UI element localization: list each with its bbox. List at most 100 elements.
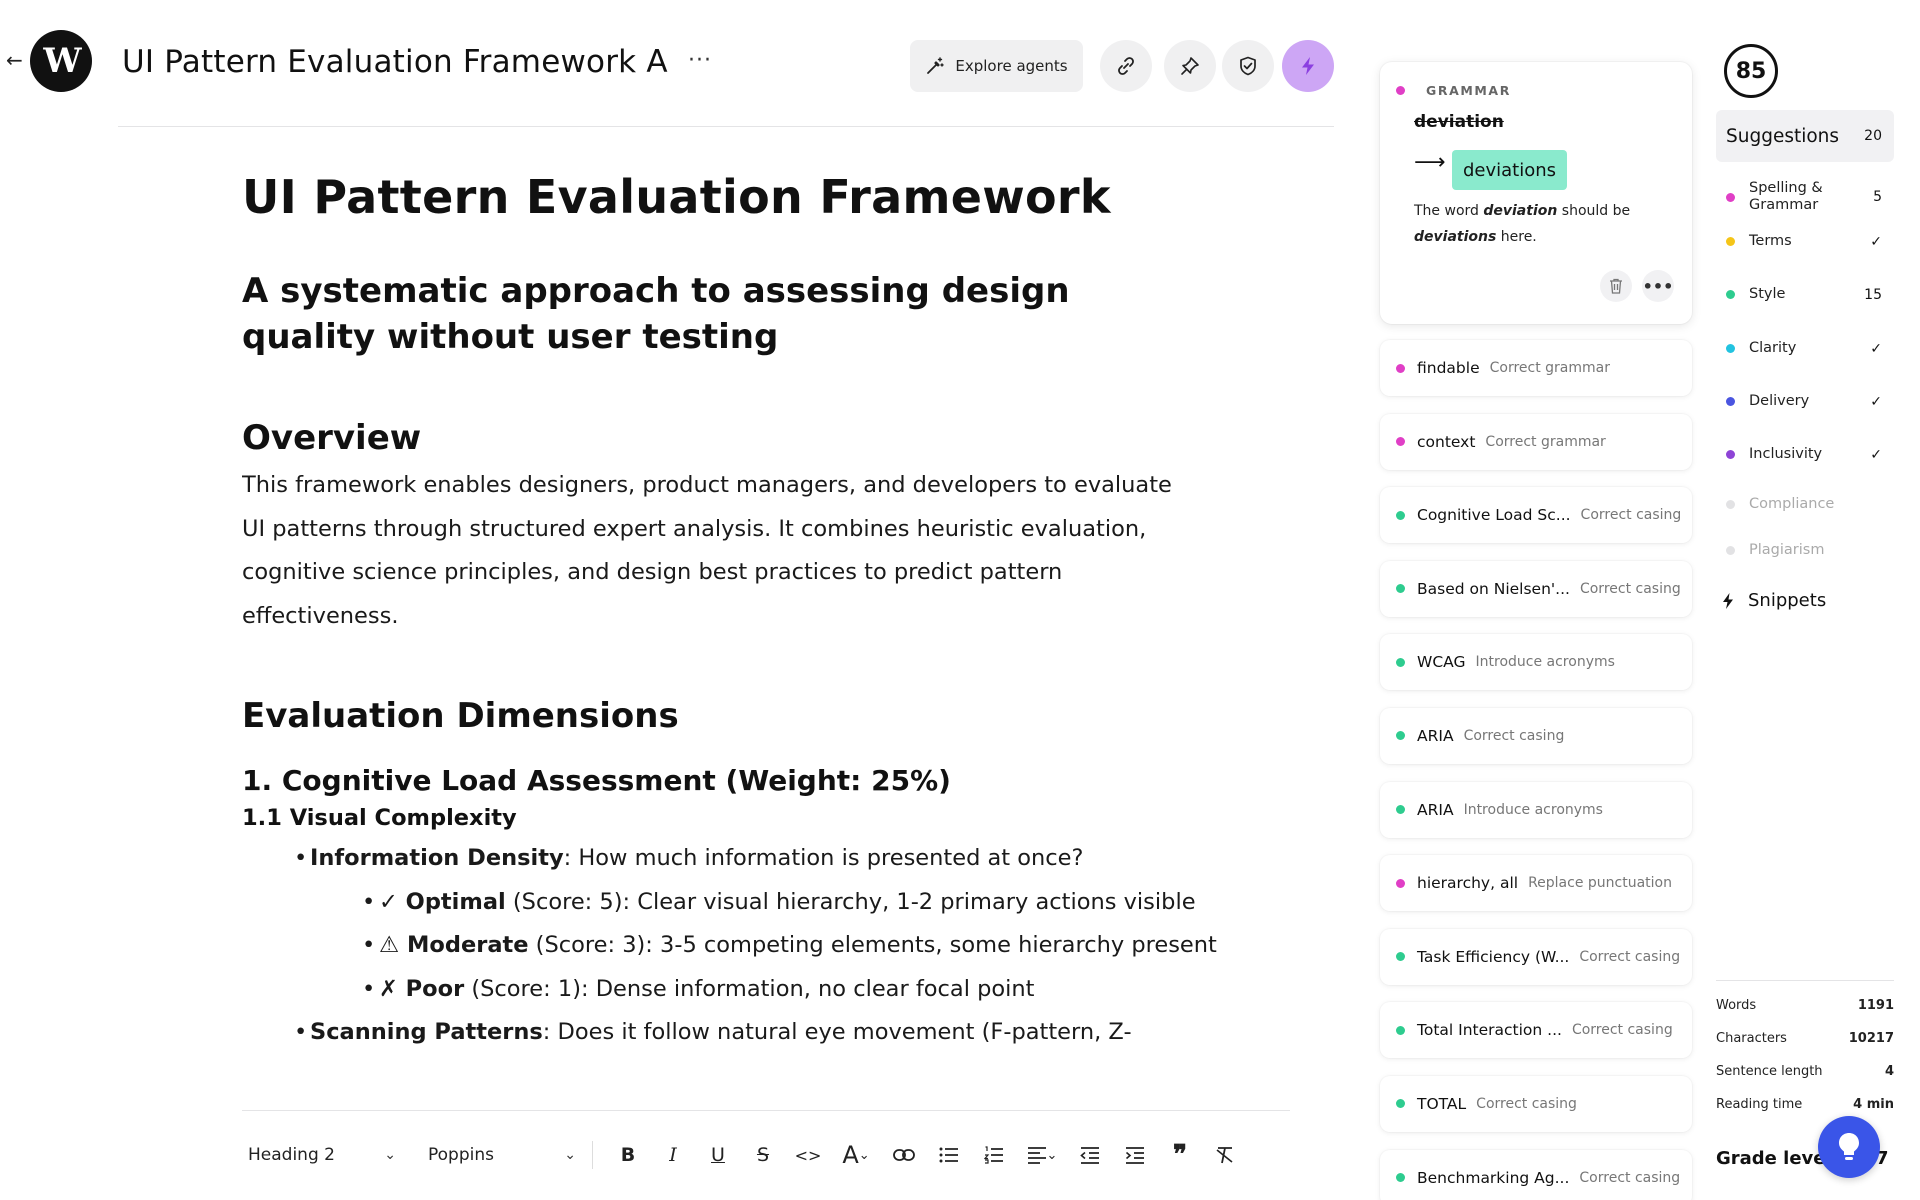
grammar-dot — [1396, 86, 1405, 95]
pin-icon — [1181, 57, 1199, 75]
suggestion-dot — [1396, 657, 1405, 667]
underline-button[interactable]: U — [697, 1134, 739, 1176]
suggestion-card[interactable]: ARIA Introduce acronyms — [1380, 781, 1692, 838]
category-item[interactable]: Compliance — [1716, 496, 1894, 513]
score-badge[interactable]: 85 — [1724, 44, 1778, 98]
suggestion-card[interactable]: Cognitive Load Sc... Correct casing — [1380, 487, 1692, 544]
snippets-item[interactable]: Snippets — [1722, 590, 1826, 611]
suggestion-card[interactable]: Based on Nielsen'... Correct casing — [1380, 560, 1692, 617]
category-label: Clarity — [1749, 340, 1797, 356]
strikethrough-button[interactable]: S — [742, 1134, 784, 1176]
document-body[interactable]: UI Pattern Evaluation Framework A system… — [242, 170, 1222, 1110]
clear-format-button[interactable] — [1204, 1134, 1246, 1176]
dismiss-button[interactable] — [1600, 270, 1632, 302]
suggestion-action: Correct casing — [1571, 1022, 1673, 1039]
back-arrow-icon[interactable]: ← — [6, 50, 26, 70]
document-title[interactable]: UI Pattern Evaluation Framework A — [122, 44, 668, 80]
category-count: 15 — [1864, 286, 1882, 303]
bullet-list-button[interactable] — [928, 1134, 970, 1176]
suggestion-card[interactable]: hierarchy, all Replace punctuation — [1380, 855, 1692, 912]
suggestion-card[interactable]: WCAG Introduce acronyms — [1380, 634, 1692, 691]
stat-value: 4 min — [1853, 1097, 1894, 1112]
suggestion-text: hierarchy, all — [1417, 874, 1519, 893]
desc-text: The word — [1414, 203, 1484, 219]
stats-divider — [1716, 980, 1894, 981]
lightning-button[interactable] — [1282, 40, 1334, 92]
suggestion-dot — [1396, 437, 1405, 447]
category-item[interactable]: Style 15 — [1716, 286, 1894, 303]
desc-text: here. — [1496, 229, 1537, 245]
bullet-icon: • — [362, 975, 376, 1002]
lightning-icon — [1723, 592, 1733, 609]
category-item[interactable]: Delivery ✓ — [1716, 393, 1894, 410]
suggestion-dot — [1396, 584, 1405, 594]
shield-check-button[interactable] — [1222, 40, 1274, 92]
numbered-list-icon — [984, 1146, 1003, 1164]
align-button[interactable]: ⌄ — [1018, 1134, 1066, 1176]
bold-button[interactable]: B — [607, 1134, 649, 1176]
title-more-icon[interactable]: ··· — [688, 48, 712, 73]
list-item: • ✓ Optimal (Score: 5): Clear visual hier… — [242, 881, 1222, 925]
doc-subtitle: A systematic approach to assessing desig… — [242, 271, 1070, 357]
quote-icon[interactable]: ❞ — [1159, 1134, 1201, 1176]
font-family-select[interactable]: Poppins ⌄ — [422, 1145, 582, 1165]
numbered-list-button[interactable] — [973, 1134, 1015, 1176]
category-item[interactable]: Plagiarism — [1716, 542, 1894, 559]
pin-button[interactable] — [1164, 40, 1216, 92]
list-item-text: (Score: 1): Dense information, no clear … — [464, 975, 1035, 1002]
suggestion-text: ARIA — [1417, 800, 1454, 819]
suggestion-action: Introduce acronyms — [1475, 654, 1615, 671]
app-logo[interactable]: W — [30, 30, 92, 92]
outdent-icon — [1080, 1147, 1099, 1164]
suggestion-action: Correct casing — [1579, 948, 1681, 965]
lightning-icon — [1302, 57, 1314, 75]
grammar-suggestion-card[interactable]: GRAMMAR deviation ⟶ deviations The word … — [1380, 62, 1692, 324]
link-format-button[interactable] — [883, 1134, 925, 1176]
suggestion-action: Correct casing — [1579, 580, 1681, 597]
suggestion-card[interactable]: context Correct grammar — [1380, 413, 1692, 470]
logo-letter: W — [43, 41, 81, 81]
category-label: Inclusivity — [1749, 446, 1823, 462]
text-color-button[interactable]: A ⌄ — [832, 1134, 880, 1176]
stat-row: Characters 10217 — [1716, 1031, 1894, 1046]
suggestion-card[interactable]: ARIA Correct casing — [1380, 707, 1692, 764]
category-item[interactable]: Terms ✓ — [1716, 233, 1894, 250]
category-label: Compliance — [1749, 496, 1835, 512]
list-item-text: : Does it follow natural eye movement (F… — [542, 1019, 1132, 1045]
more-options-icon[interactable]: ••• — [1642, 270, 1674, 302]
indent-button[interactable] — [1114, 1134, 1156, 1176]
suggestion-card[interactable]: findable Correct grammar — [1380, 340, 1692, 396]
text-style-value: Heading 2 — [248, 1145, 335, 1165]
suggestion-dot — [1396, 1025, 1405, 1035]
chevron-down-icon: ⌄ — [564, 1147, 576, 1163]
stat-row: Reading time 4 min — [1716, 1097, 1894, 1112]
clear-format-icon — [1216, 1147, 1233, 1164]
suggestion-action: Correct casing — [1580, 507, 1682, 524]
text-style-select[interactable]: Heading 2 ⌄ — [242, 1145, 402, 1165]
suggestion-text: Cognitive Load Sc... — [1417, 506, 1571, 525]
suggestion-card[interactable]: TOTAL Correct casing — [1380, 1075, 1692, 1132]
suggestion-card[interactable]: Benchmarking Ag... Correct casing — [1380, 1149, 1692, 1200]
category-item[interactable]: Clarity ✓ — [1716, 340, 1894, 357]
accept-replacement-button[interactable]: deviations — [1452, 150, 1568, 190]
suggestion-text: Total Interaction ... — [1417, 1021, 1562, 1040]
bullet-list-icon — [939, 1147, 958, 1163]
suggestion-card[interactable]: Total Interaction ... Correct casing — [1380, 1002, 1692, 1059]
suggestion-text: TOTAL — [1417, 1094, 1467, 1113]
suggestions-header[interactable]: Suggestions 20 — [1716, 110, 1894, 162]
suggestion-card[interactable]: Task Efficiency (W... Correct casing — [1380, 928, 1692, 985]
category-item[interactable]: Spelling & Grammar 5 — [1716, 180, 1894, 214]
stat-value: 1191 — [1857, 998, 1894, 1013]
italic-button[interactable]: I — [652, 1134, 694, 1176]
suggestion-dot — [1396, 805, 1405, 815]
explore-agents-button[interactable]: Explore agents — [910, 40, 1083, 92]
category-item[interactable]: Inclusivity ✓ — [1716, 446, 1894, 463]
outdent-button[interactable] — [1069, 1134, 1111, 1176]
help-button[interactable] — [1818, 1116, 1880, 1178]
subsection-heading: 1.1 Visual Complexity — [242, 805, 517, 831]
overview-paragraph: This framework enables designers, produc… — [242, 472, 1172, 629]
suggestion-action: Introduce acronyms — [1463, 801, 1603, 818]
code-button[interactable]: <> — [787, 1134, 829, 1176]
link-button[interactable] — [1100, 40, 1152, 92]
suggestion-dot — [1396, 731, 1405, 741]
